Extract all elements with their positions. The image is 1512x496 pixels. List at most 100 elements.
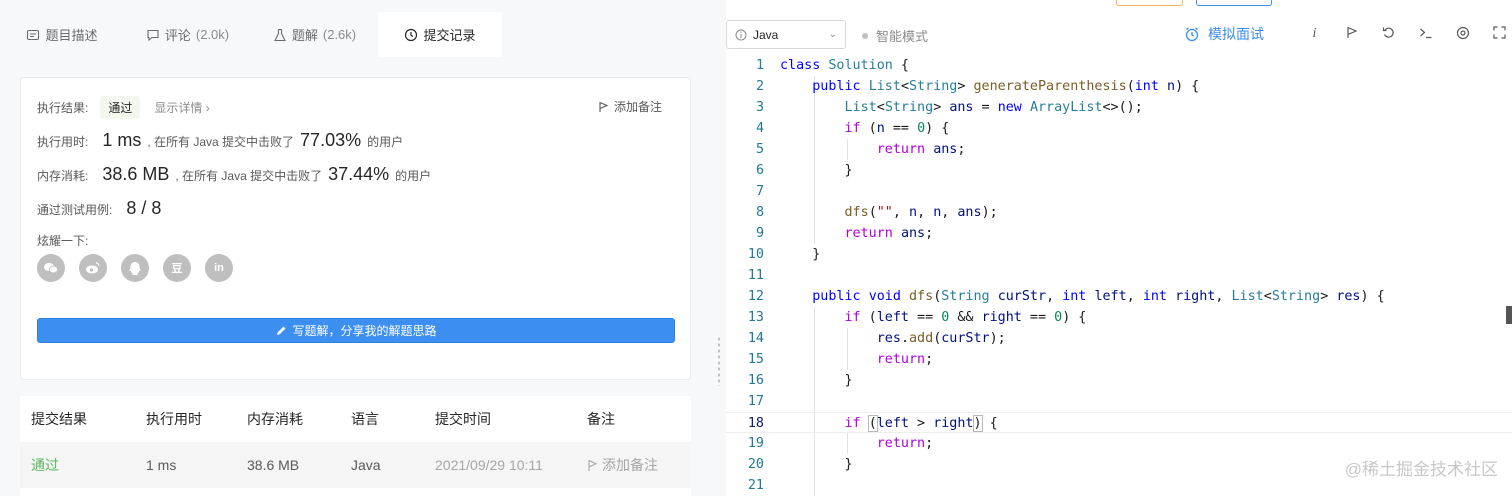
panel-resize-handle[interactable] [712,0,726,496]
code-text[interactable]: return; [780,349,933,370]
show-details-link[interactable]: 显示详情 › [154,99,209,116]
submission-result-card: 执行结果: 通过 显示详情 › 添加备注 执行用时: 1 ms , 在所有 Ja… [20,77,691,380]
tab-solutions[interactable]: 题解 (2.6k) [251,12,378,57]
code-line[interactable]: 16 } [726,370,1512,391]
reset-icon[interactable] [1370,26,1407,43]
code-line[interactable]: 12 public void dfs(String curStr, int le… [726,286,1512,307]
runtime-row: 执行用时: 1 ms , 在所有 Java 提交中击败了 77.03% 的用户 [37,130,403,151]
run-flag-icon[interactable] [1333,26,1370,43]
smart-mode-toggle[interactable]: 智能模式 [862,26,928,45]
code-line[interactable]: 9 return ans; [726,223,1512,244]
header-runtime: 执行用时 [146,411,202,427]
code-text[interactable]: return; [780,433,933,454]
top-button-partial[interactable] [1196,0,1272,6]
code-line[interactable]: 18 if (left > right) { [726,412,1512,433]
cell-result[interactable]: 通过 [31,455,59,475]
tests-label: 通过测试用例: [37,203,113,217]
top-button-partial[interactable] [1116,0,1183,6]
memory-text: , 在所有 Java 提交中击败了 [175,169,323,183]
cell-add-note[interactable]: 添加备注 [587,455,658,475]
memory-label: 内存消耗: [37,169,89,183]
flag-icon [599,101,609,112]
code-text[interactable]: res.add(curStr); [780,328,1006,349]
cell-time: 2021/09/29 10:11 [435,457,543,473]
code-text[interactable]: } [780,454,852,475]
runtime-percentile: 77.03% [300,130,362,150]
code-text[interactable]: if (left > right) { [780,413,998,434]
runtime-label: 执行用时: [37,135,89,149]
code-line[interactable]: 14 res.add(curStr); [726,328,1512,349]
code-text[interactable]: } [780,370,852,391]
settings-icon[interactable] [1444,26,1481,43]
table-row[interactable]: 通过 1 ms 38.6 MB Java 2021/09/29 10:11 添加… [20,442,691,488]
code-line[interactable]: 10 } [726,244,1512,265]
code-line[interactable]: 2 public List<String> generateParenthesi… [726,76,1512,97]
code-text[interactable]: return ans; [780,223,934,244]
table-header: 提交结果 执行用时 内存消耗 语言 提交时间 备注 [20,396,691,442]
code-line[interactable]: 11 [726,265,1512,286]
comment-icon [147,29,159,41]
header-result: 提交结果 [31,411,87,427]
code-line[interactable]: 15 return; [726,349,1512,370]
code-line[interactable]: 13 if (left == 0 && right == 0) { [726,307,1512,328]
code-line[interactable]: 6 } [726,160,1512,181]
code-line[interactable]: 4 if (n == 0) { [726,118,1512,139]
scrollbar-thumb[interactable] [1506,306,1512,324]
code-text[interactable]: List<String> ans = new ArrayList<>(); [780,97,1143,118]
alarm-clock-icon [1185,27,1199,42]
line-number: 9 [755,226,764,241]
line-number: 21 [747,478,764,493]
code-line[interactable]: 3 List<String> ans = new ArrayList<>(); [726,97,1512,118]
tab-comments[interactable]: 评论 (2.0k) [124,12,251,57]
code-text[interactable]: return ans; [780,139,966,160]
line-number: 11 [747,268,764,283]
header-note: 备注 [587,411,615,427]
line-number: 15 [747,352,764,367]
qq-icon[interactable] [121,254,149,282]
code-text[interactable]: if (left == 0 && right == 0) { [780,307,1087,328]
douban-icon[interactable]: 豆 [163,254,191,282]
linkedin-icon[interactable]: in [205,254,233,282]
code-line[interactable]: 7 [726,181,1512,202]
code-text[interactable]: if (n == 0) { [780,118,950,139]
code-text[interactable]: public List<String> generateParenthesis(… [780,76,1199,97]
language-select[interactable]: Java ⌄ [726,20,846,49]
terminal-icon[interactable] [1407,26,1444,43]
code-line[interactable]: 1 class Solution { [726,55,1512,76]
code-text[interactable]: class Solution { [780,55,909,76]
write-solution-button[interactable]: 写题解，分享我的解题思路 [37,318,675,343]
cell-runtime: 1 ms [146,457,177,473]
submissions-table: 提交结果 执行用时 内存消耗 语言 提交时间 备注 通过 1 ms 38.6 M… [20,396,691,496]
share-label: 炫耀一下: [37,234,89,248]
runtime-text: , 在所有 Java 提交中击败了 [147,135,295,149]
wechat-icon[interactable] [37,254,65,282]
mock-interview-button[interactable]: 模拟面试 [1184,24,1264,44]
tests-value: 8 / 8 [126,198,162,218]
write-solution-label: 写题解，分享我的解题思路 [292,324,437,338]
weibo-icon[interactable] [79,254,107,282]
status-row: 执行结果: 通过 显示详情 › [37,96,210,119]
code-line[interactable]: 8 dfs("", n, n, ans); [726,202,1512,223]
code-text[interactable]: } [780,244,820,265]
tab-description[interactable]: 题目描述 [0,12,124,57]
chevron-down-icon: ⌄ [828,29,837,40]
code-text[interactable]: dfs("", n, n, ans); [780,202,998,223]
runtime-value: 1 ms [102,130,142,150]
line-number: 13 [747,310,764,325]
code-line[interactable]: 19 return; [726,433,1512,454]
add-note-label: 添加备注 [613,100,662,114]
code-editor[interactable]: 1 class Solution {2 public List<String> g… [726,55,1512,496]
tab-label: 评论 [164,28,191,43]
add-note-button[interactable]: 添加备注 [598,98,662,115]
info-italic-icon[interactable]: i [1296,26,1333,43]
line-number: 10 [747,247,764,262]
code-text[interactable]: } [780,160,852,181]
code-text[interactable]: public void dfs(String curStr, int left,… [780,286,1384,307]
code-line[interactable]: 17 [726,391,1512,412]
tab-submissions[interactable]: 提交记录 [378,12,502,57]
memory-percentile: 37.44% [328,164,390,184]
code-line[interactable]: 5 return ans; [726,139,1512,160]
line-number: 2 [755,79,764,94]
line-number: 17 [747,394,764,409]
fullscreen-icon[interactable] [1481,26,1512,43]
